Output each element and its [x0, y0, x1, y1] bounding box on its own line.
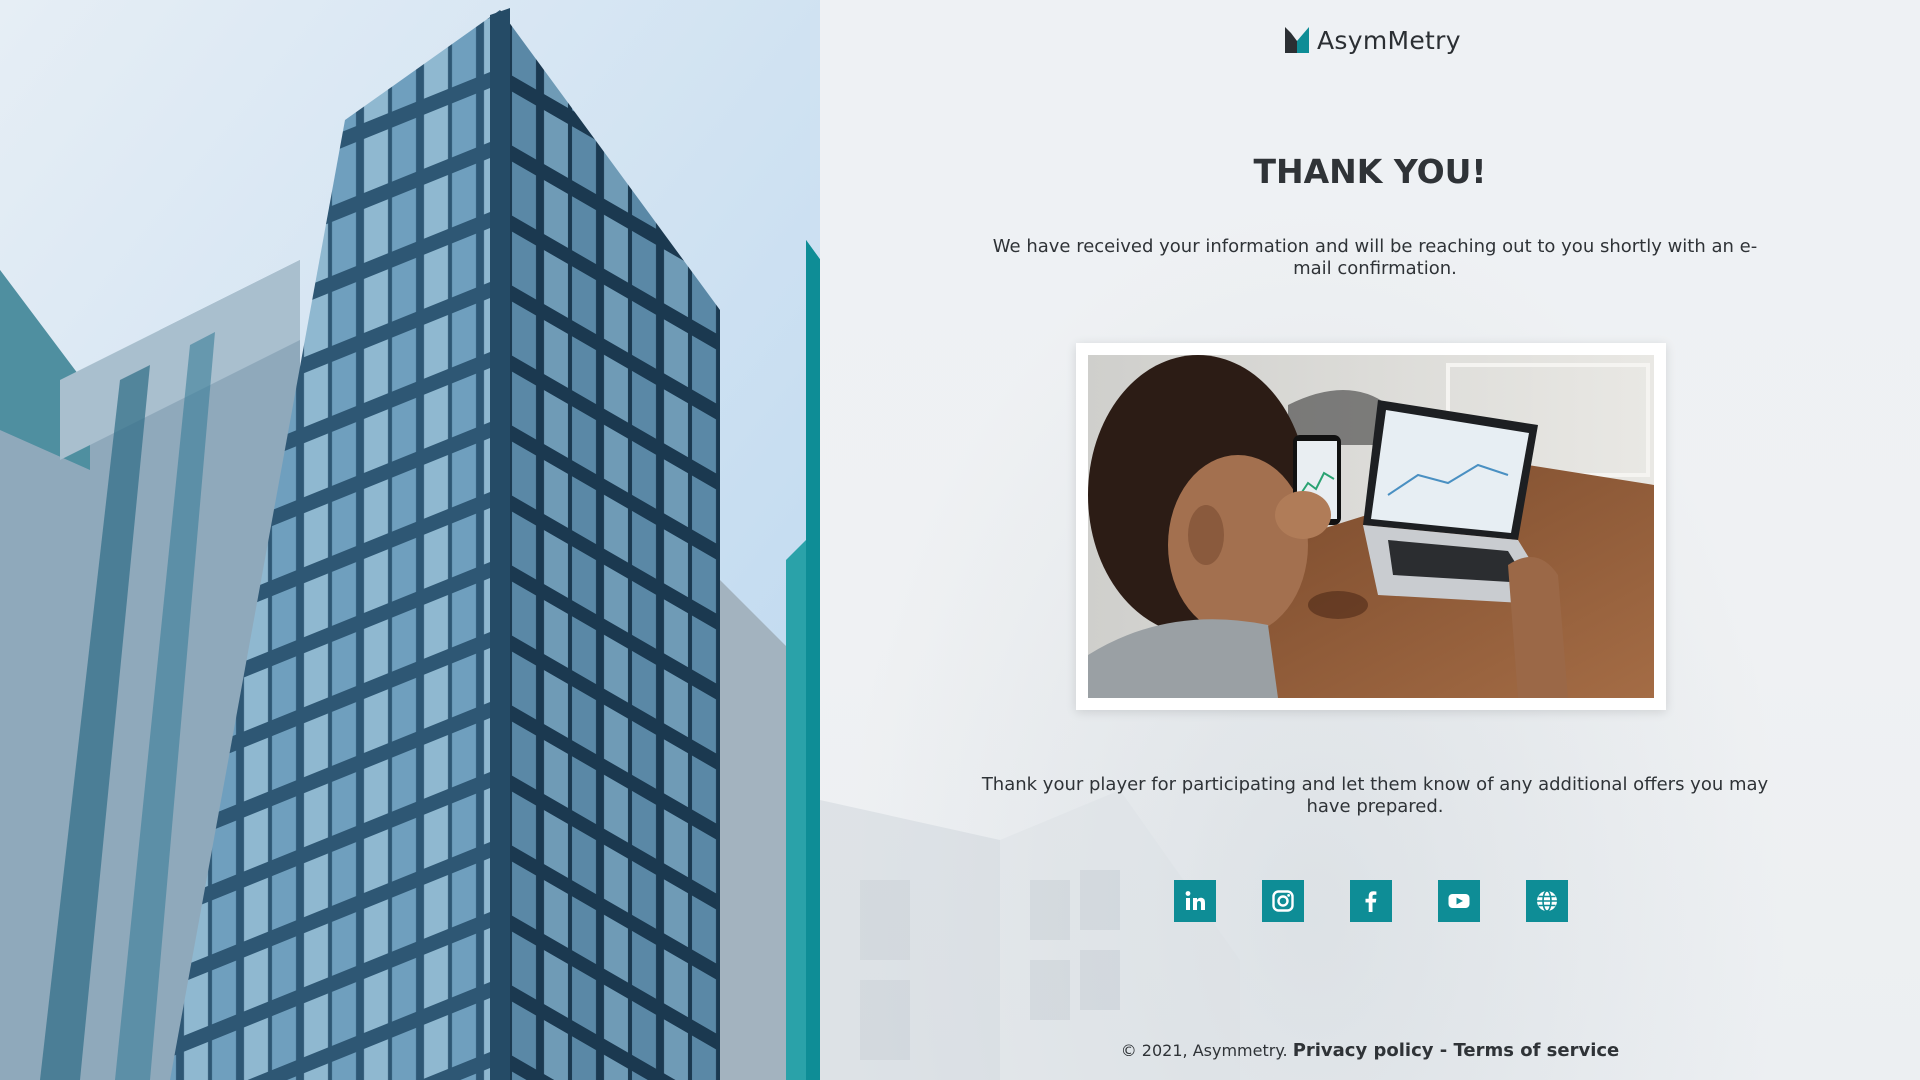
hero-building-image: [0, 0, 860, 1080]
linkedin-icon: [1185, 891, 1205, 910]
youtube-icon: [1448, 894, 1470, 908]
copyright-text: © 2021, Asymmetry.: [1120, 1041, 1288, 1060]
building-illustration: [0, 0, 860, 1080]
privacy-policy-link[interactable]: Privacy policy: [1293, 1040, 1434, 1061]
thank-you-page: AsymMetry THANK YOU! We have received yo…: [0, 0, 1920, 1080]
footer: © 2021, Asymmetry. Privacy policy - Term…: [820, 1040, 1920, 1061]
facebook-icon: [1365, 891, 1377, 912]
brand-logo[interactable]: AsymMetry: [1285, 20, 1585, 60]
content-panel: AsymMetry THANK YOU! We have received yo…: [820, 0, 1920, 1080]
social-links: [1174, 880, 1574, 922]
website-link[interactable]: [1526, 880, 1568, 922]
linkedin-link[interactable]: [1174, 880, 1216, 922]
outro-message: Thank your player for participating and …: [981, 774, 1769, 817]
youtube-link[interactable]: [1438, 880, 1480, 922]
person-with-laptop-photo: [1088, 355, 1654, 698]
page-title: THANK YOU!: [1253, 152, 1487, 191]
instagram-icon: [1272, 890, 1294, 912]
globe-icon: [1537, 890, 1557, 912]
hero-photo-frame: [1076, 343, 1666, 710]
footer-separator: -: [1433, 1040, 1454, 1061]
asymmetry-logo-icon: [1285, 27, 1309, 53]
intro-message: We have received your information and wi…: [992, 236, 1758, 279]
facebook-link[interactable]: [1350, 880, 1392, 922]
brand-name: AsymMetry: [1317, 25, 1461, 55]
instagram-link[interactable]: [1262, 880, 1304, 922]
terms-of-service-link[interactable]: Terms of service: [1454, 1040, 1620, 1061]
